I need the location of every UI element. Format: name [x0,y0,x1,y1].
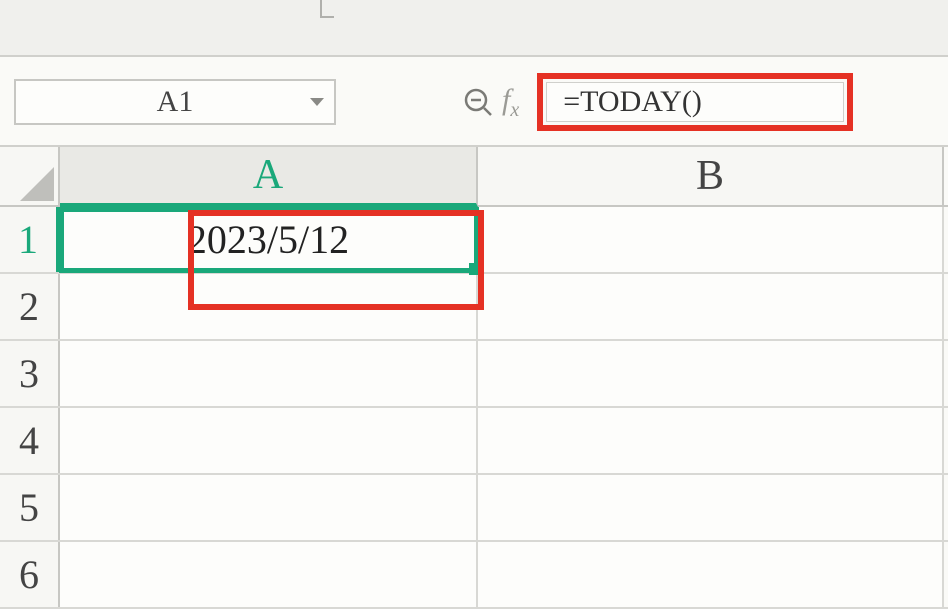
cell-b6[interactable] [478,542,944,607]
formula-bar[interactable]: =TODAY() [546,82,844,122]
row-header-5[interactable]: 5 [0,475,60,540]
name-box-value: A1 [157,85,194,119]
row-1: 1 2023/5/12 [0,207,948,274]
row-header-2[interactable]: 2 [0,274,60,339]
cell-b3[interactable] [478,341,944,406]
formula-bar-value: =TODAY() [563,85,702,119]
row-2: 2 [0,274,948,341]
column-headers: A B [0,147,948,207]
formula-toolbar: A1 fx =TODAY() [0,57,948,147]
cell-a6[interactable] [60,542,478,607]
cell-a3[interactable] [60,341,478,406]
cell-a1-value: 2023/5/12 [187,216,349,263]
formula-bar-highlight: =TODAY() [537,73,853,131]
column-header-b[interactable]: B [478,147,944,205]
row-header-3[interactable]: 3 [0,341,60,406]
column-header-a[interactable]: A [60,147,478,207]
cell-a4[interactable] [60,408,478,473]
zoom-out-icon[interactable] [460,84,496,120]
chevron-down-icon[interactable] [310,98,324,106]
row-5: 5 [0,475,948,542]
row-header-6[interactable]: 6 [0,542,60,607]
row-header-4[interactable]: 4 [0,408,60,473]
cell-a2[interactable] [60,274,478,339]
spreadsheet-grid: A B 1 2023/5/12 2 3 4 5 6 [0,147,948,609]
row-3: 3 [0,341,948,408]
cell-b4[interactable] [478,408,944,473]
row-header-1[interactable]: 1 [0,207,60,272]
resize-handle-icon [320,0,334,18]
row-4: 4 [0,408,948,475]
cell-b2[interactable] [478,274,944,339]
name-box[interactable]: A1 [14,79,336,125]
select-all-triangle[interactable] [0,147,60,205]
ribbon-placeholder [0,0,948,57]
cell-b5[interactable] [478,475,944,540]
fx-icon[interactable]: fx [502,83,519,122]
row-6: 6 [0,542,948,609]
cell-a1[interactable]: 2023/5/12 [60,207,478,272]
cell-a5[interactable] [60,475,478,540]
cell-b1[interactable] [478,207,944,272]
